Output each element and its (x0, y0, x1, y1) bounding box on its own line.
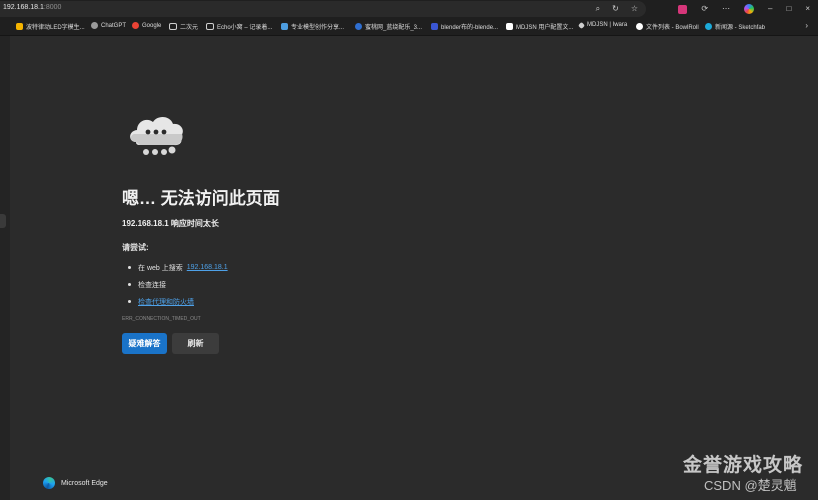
list-item: 检查连接 (128, 276, 228, 293)
bookmark-item[interactable]: 文件列表 - BowlRoll (636, 22, 699, 31)
bookmark-favicon-icon (577, 21, 586, 29)
error-subtitle: 192.168.18.1 响应时间太长 (122, 219, 219, 228)
folder-icon (169, 23, 177, 30)
bookmark-label: 新闻源 - Sketchfab (715, 25, 766, 31)
refresh-button[interactable]: 刷新 (172, 333, 219, 354)
folder-icon (206, 23, 214, 30)
bookmark-favicon-icon (132, 22, 139, 29)
bookmark-item[interactable]: 二次元 (169, 22, 198, 31)
bookmark-label: 蜜桃网_蓝绕配乐_3... (365, 25, 423, 31)
sidebar-strip (0, 36, 10, 500)
brand-name: Microsoft Edge (61, 479, 108, 487)
minimize-button[interactable]: – (768, 3, 772, 15)
sidebar-handle[interactable] (0, 214, 6, 228)
bookmark-label: 波特律动LED字模生... (26, 25, 85, 31)
bookmark-item[interactable]: 专业模型创作分享... (281, 22, 344, 31)
chevron-right-icon[interactable]: › (805, 21, 808, 30)
page-title: 嗯… 无法访问此页面 (122, 189, 280, 208)
bookmark-item[interactable]: MDJSN | Iwara (577, 21, 628, 29)
close-button[interactable]: × (805, 3, 810, 15)
bookmark-label: MDJSN | Iwara (587, 22, 628, 28)
browser-toolbar: 192.168.18.1:8000 ⌕ ↻ ☆ ⟳ ⋯ – □ × (0, 0, 818, 18)
bookmark-item[interactable]: 蜜桃网_蓝绕配乐_3... (355, 22, 422, 31)
more-icon[interactable]: ⋯ (722, 3, 730, 15)
refresh-icon[interactable]: ⟳ (701, 3, 708, 15)
bookmark-label: blender布的-blende... (441, 25, 499, 31)
bookmark-favicon-icon (431, 23, 438, 30)
address-text[interactable]: 192.168.18.1:8000 (3, 4, 61, 11)
bookmark-label: Echo小窝 – 记录着... (217, 25, 273, 31)
zoom-icon[interactable]: ⌕ (596, 3, 600, 15)
bullet-icon (128, 266, 131, 269)
watermark-credit: CSDN @楚灵魈 (704, 478, 797, 493)
cloud-icon (130, 116, 183, 155)
bookmark-label: ChatGPT (101, 22, 127, 29)
bookmark-label: 文件列表 - BowlRoll (646, 25, 699, 31)
address-bar[interactable]: 192.168.18.1:8000 ⌕ ↻ ☆ (0, 1, 646, 17)
bookmark-item[interactable]: Google (132, 22, 161, 29)
bookmark-favicon-icon (91, 22, 98, 29)
bookmark-item[interactable]: ChatGPT (91, 22, 126, 29)
bookmark-item[interactable]: blender布的-blende... (431, 22, 498, 31)
troubleshoot-button[interactable]: 疑难解答 (122, 333, 167, 354)
check-proxy-firewall-link[interactable]: 检查代理和防火墙 (138, 297, 194, 307)
reader-icon[interactable]: ↻ (612, 3, 619, 15)
bookmark-item[interactable]: 新闻源 - Sketchfab (705, 22, 765, 31)
suggestion-list: 在 web 上搜索 192.168.18.1 检查连接 检查代理和防火墙 (128, 259, 228, 310)
bookmark-favicon-icon (355, 23, 362, 30)
bookmark-favicon-icon (16, 23, 23, 30)
bookmark-favicon-icon (506, 23, 513, 30)
list-item: 检查代理和防火墙 (128, 293, 228, 310)
edge-logo-icon (43, 477, 55, 489)
address-host: 192.168.18.1 (3, 4, 44, 11)
extension-icon[interactable] (678, 4, 688, 14)
suggestion-text: 检查连接 (138, 281, 166, 289)
search-web-link[interactable]: 192.168.18.1 (187, 264, 228, 271)
copilot-icon[interactable] (744, 4, 755, 14)
bookmark-item[interactable]: 波特律动LED字模生... (16, 22, 85, 31)
suggestion-text: 在 web 上搜索 (138, 264, 183, 272)
address-port: :8000 (43, 4, 62, 11)
bullet-icon (128, 283, 131, 286)
bookmark-favicon-icon (636, 23, 643, 30)
edge-brand: Microsoft Edge (43, 477, 108, 489)
error-code: ERR_CONNECTION_TIMED_OUT (122, 316, 201, 322)
bookmark-label: 二次元 (180, 25, 199, 31)
bookmark-label: Google (142, 22, 162, 29)
list-item: 在 web 上搜索 192.168.18.1 (128, 259, 228, 276)
bookmark-label: 专业模型创作分享... (291, 25, 345, 31)
maximize-button[interactable]: □ (786, 3, 791, 15)
favorite-star-icon[interactable]: ☆ (631, 3, 638, 15)
try-label: 请尝试: (122, 243, 149, 252)
watermark-title: 金誉游戏攻略 (683, 455, 804, 476)
bookmarks-bar: 波特律动LED字模生... ChatGPT Google 二次元 Echo小窝 … (0, 18, 818, 36)
bullet-icon (128, 300, 131, 303)
bookmark-label: MDJSN 用户配置文... (516, 25, 574, 31)
bookmark-favicon-icon (281, 23, 288, 30)
bookmark-item[interactable]: Echo小窝 – 记录着... (206, 22, 272, 31)
bookmark-item[interactable]: MDJSN 用户配置文... (506, 22, 573, 31)
bookmark-favicon-icon (705, 23, 712, 30)
